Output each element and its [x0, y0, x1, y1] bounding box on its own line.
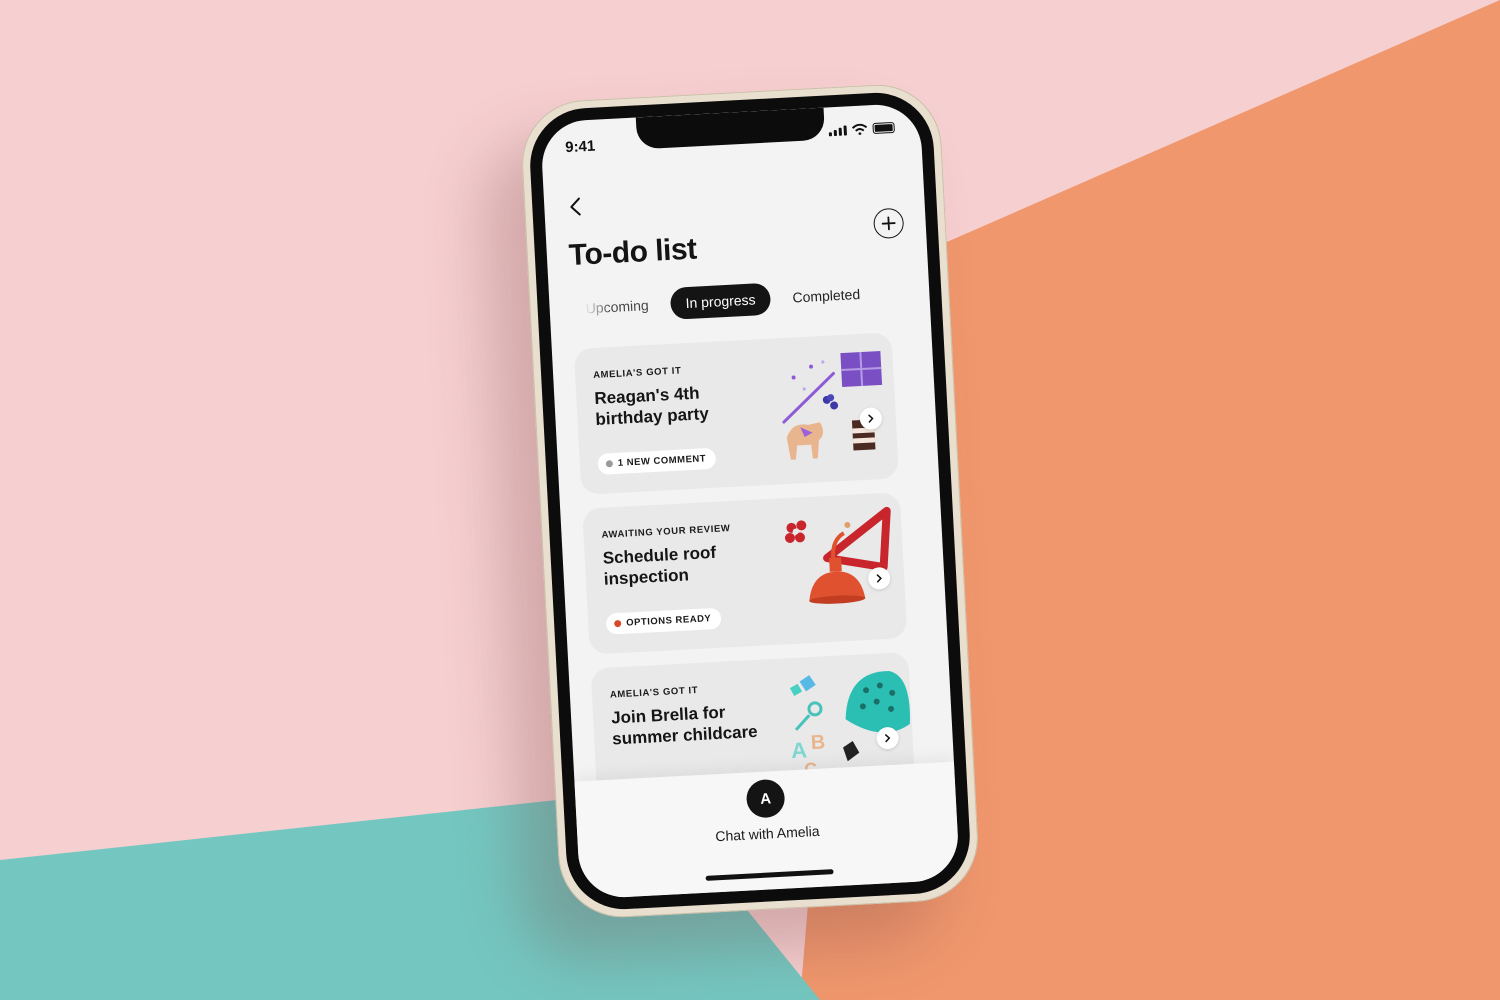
- todo-card[interactable]: AMELIA'S GOT IT Reagan's 4th birthday pa…: [573, 332, 900, 495]
- signal-icon: [828, 125, 848, 137]
- todo-card[interactable]: AWAITING YOUR REVIEW Schedule roof inspe…: [582, 492, 908, 655]
- avatar[interactable]: A: [745, 778, 786, 819]
- phone-mockup: 9:41 To-do list Upcoming In progress Com…: [518, 81, 982, 921]
- chat-with-amelia-link[interactable]: Chat with Amelia: [577, 816, 957, 852]
- chevron-right-icon: [876, 574, 882, 583]
- badge-dot: [614, 619, 622, 628]
- chevron-right-icon: [868, 414, 874, 423]
- back-button[interactable]: [564, 194, 589, 219]
- badge-label: 1 NEW COMMENT: [617, 453, 707, 469]
- add-task-button[interactable]: [872, 207, 905, 240]
- phone-bezel: 9:41 To-do list Upcoming In progress Com…: [527, 89, 973, 913]
- status-badge: OPTIONS READY: [605, 607, 722, 635]
- notch: [635, 107, 826, 150]
- battery-icon: [872, 121, 895, 135]
- app-screen: 9:41 To-do list Upcoming In progress Com…: [539, 102, 961, 900]
- tab-in-progress[interactable]: In progress: [669, 282, 772, 320]
- page-title: To-do list: [568, 232, 698, 273]
- back-chevron-icon: [570, 197, 581, 216]
- card-eyebrow: AMELIA'S GOT IT: [609, 684, 699, 701]
- card-title: Reagan's 4th birthday party: [593, 383, 710, 429]
- svg-text:B: B: [810, 731, 826, 754]
- chevron-right-icon: [885, 734, 891, 743]
- chat-bar: A Chat with Amelia: [574, 761, 961, 900]
- card-eyebrow: AWAITING YOUR REVIEW: [601, 523, 731, 541]
- status-badge: 1 NEW COMMENT: [597, 447, 717, 475]
- tab-completed[interactable]: Completed: [792, 286, 860, 306]
- badge-dot: [605, 460, 614, 468]
- wifi-icon: [851, 123, 868, 136]
- status-icons: [828, 121, 895, 137]
- card-eyebrow: AMELIA'S GOT IT: [592, 365, 682, 382]
- card-title: Schedule roof inspection: [602, 542, 717, 589]
- status-tabs: Upcoming In progress Completed: [585, 278, 861, 324]
- tab-upcoming[interactable]: Upcoming: [585, 297, 649, 316]
- badge-label: OPTIONS READY: [625, 613, 712, 629]
- phone-frame: 9:41 To-do list Upcoming In progress Com…: [518, 81, 982, 921]
- home-indicator: [705, 869, 834, 881]
- status-time: 9:41: [564, 137, 596, 157]
- plus-icon: [881, 216, 896, 231]
- card-title: Join Brella for summer childcare: [610, 702, 759, 749]
